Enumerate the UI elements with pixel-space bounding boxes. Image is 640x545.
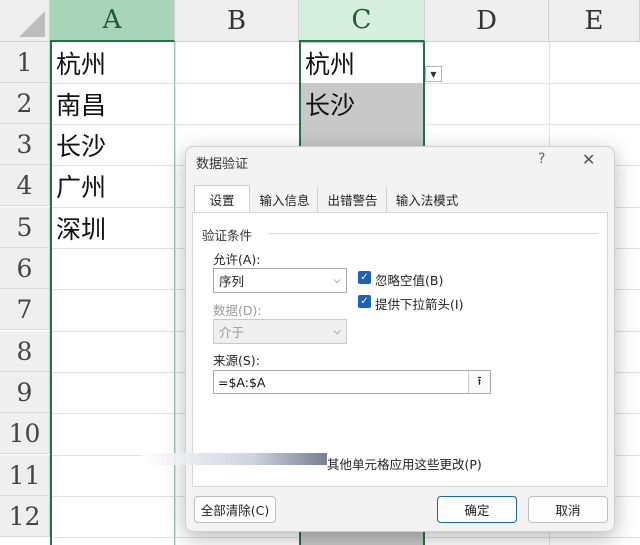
row-header-8[interactable]: 8 (0, 331, 50, 372)
column-header-c[interactable]: C (299, 0, 425, 42)
cell-dropdown-button[interactable]: ▼ (425, 66, 442, 82)
data-label: 数据(D): (213, 303, 262, 318)
allow-select[interactable]: 序列 ⌵ (213, 268, 347, 293)
close-icon[interactable]: ✕ (582, 150, 595, 169)
row-header-9[interactable]: 9 (0, 372, 50, 413)
tab-ime-mode[interactable]: 输入法模式 (388, 187, 466, 212)
row-header-4[interactable]: 4 (0, 165, 50, 206)
row-header-12[interactable]: 12 (0, 496, 50, 537)
row-header-10[interactable]: 10 (0, 413, 50, 454)
column-header-a[interactable]: A (50, 0, 175, 42)
column-header-d[interactable]: D (425, 0, 549, 42)
data-validation-dialog: 数据验证 ? ✕ 设置 输入信息 出错警告 输入法模式 验证条件 允许(A): … (142, 146, 615, 532)
row-header-1[interactable]: 1 (0, 42, 50, 83)
select-all-corner[interactable] (0, 0, 50, 42)
row-header-2[interactable]: 2 (0, 83, 50, 124)
source-input[interactable]: =$A:$A ⭱ (213, 370, 491, 394)
cell-c2[interactable]: 长沙 (305, 83, 355, 124)
range-select-icon[interactable]: ⭱ (468, 371, 490, 393)
ignore-blank-checkbox[interactable]: ✓ (358, 271, 371, 284)
cancel-button[interactable]: 取消 (528, 496, 608, 523)
cell-a2[interactable]: 南昌 (56, 83, 106, 124)
tab-settings[interactable]: 设置 (194, 185, 250, 213)
validation-criteria-label: 验证条件 (202, 228, 253, 243)
apply-to-other-cells-label[interactable]: 其他单元格应用这些更改(P) (327, 454, 482, 473)
allow-select-value: 序列 (219, 274, 245, 289)
row-header-7[interactable]: 7 (0, 289, 50, 330)
cell-a1[interactable]: 杭州 (56, 42, 106, 83)
cell-a4[interactable]: 广州 (56, 165, 106, 206)
chevron-down-icon: ▼ (430, 69, 437, 79)
cell-a5[interactable]: 深圳 (56, 207, 106, 248)
in-cell-dropdown-label[interactable]: 提供下拉箭头(I) (375, 294, 463, 313)
tab-input-message[interactable]: 输入信息 (252, 187, 318, 212)
row-header-6[interactable]: 6 (0, 248, 50, 289)
source-label: 来源(S): (213, 353, 260, 368)
tab-error-alert[interactable]: 出错警告 (319, 187, 387, 212)
ok-button[interactable]: 确定 (437, 496, 517, 523)
cell-c1[interactable]: 杭州 (305, 42, 355, 83)
apply-checkbox-obscured (142, 453, 327, 465)
column-header-e[interactable]: E (549, 0, 640, 42)
allow-label: 允许(A): (213, 252, 261, 267)
help-button[interactable]: ? (538, 151, 545, 167)
ignore-blank-label[interactable]: 忽略空值(B) (375, 270, 443, 289)
dialog-title: 数据验证 (196, 157, 249, 172)
cell-a3[interactable]: 长沙 (56, 124, 106, 165)
row-header-3[interactable]: 3 (0, 124, 50, 165)
row-header-5[interactable]: 5 (0, 207, 50, 248)
data-select: 介于 ⌵ (213, 319, 347, 344)
in-cell-dropdown-checkbox[interactable]: ✓ (358, 295, 371, 308)
clear-all-button[interactable]: 全部清除(C) (194, 496, 276, 523)
chevron-down-icon: ⌵ (333, 275, 341, 286)
column-header-b[interactable]: B (175, 0, 299, 42)
row-header-11[interactable]: 11 (0, 455, 50, 496)
data-select-value: 介于 (219, 325, 245, 340)
group-divider (268, 233, 598, 234)
chevron-down-icon: ⌵ (333, 326, 341, 337)
source-input-value: =$A:$A (218, 374, 266, 390)
